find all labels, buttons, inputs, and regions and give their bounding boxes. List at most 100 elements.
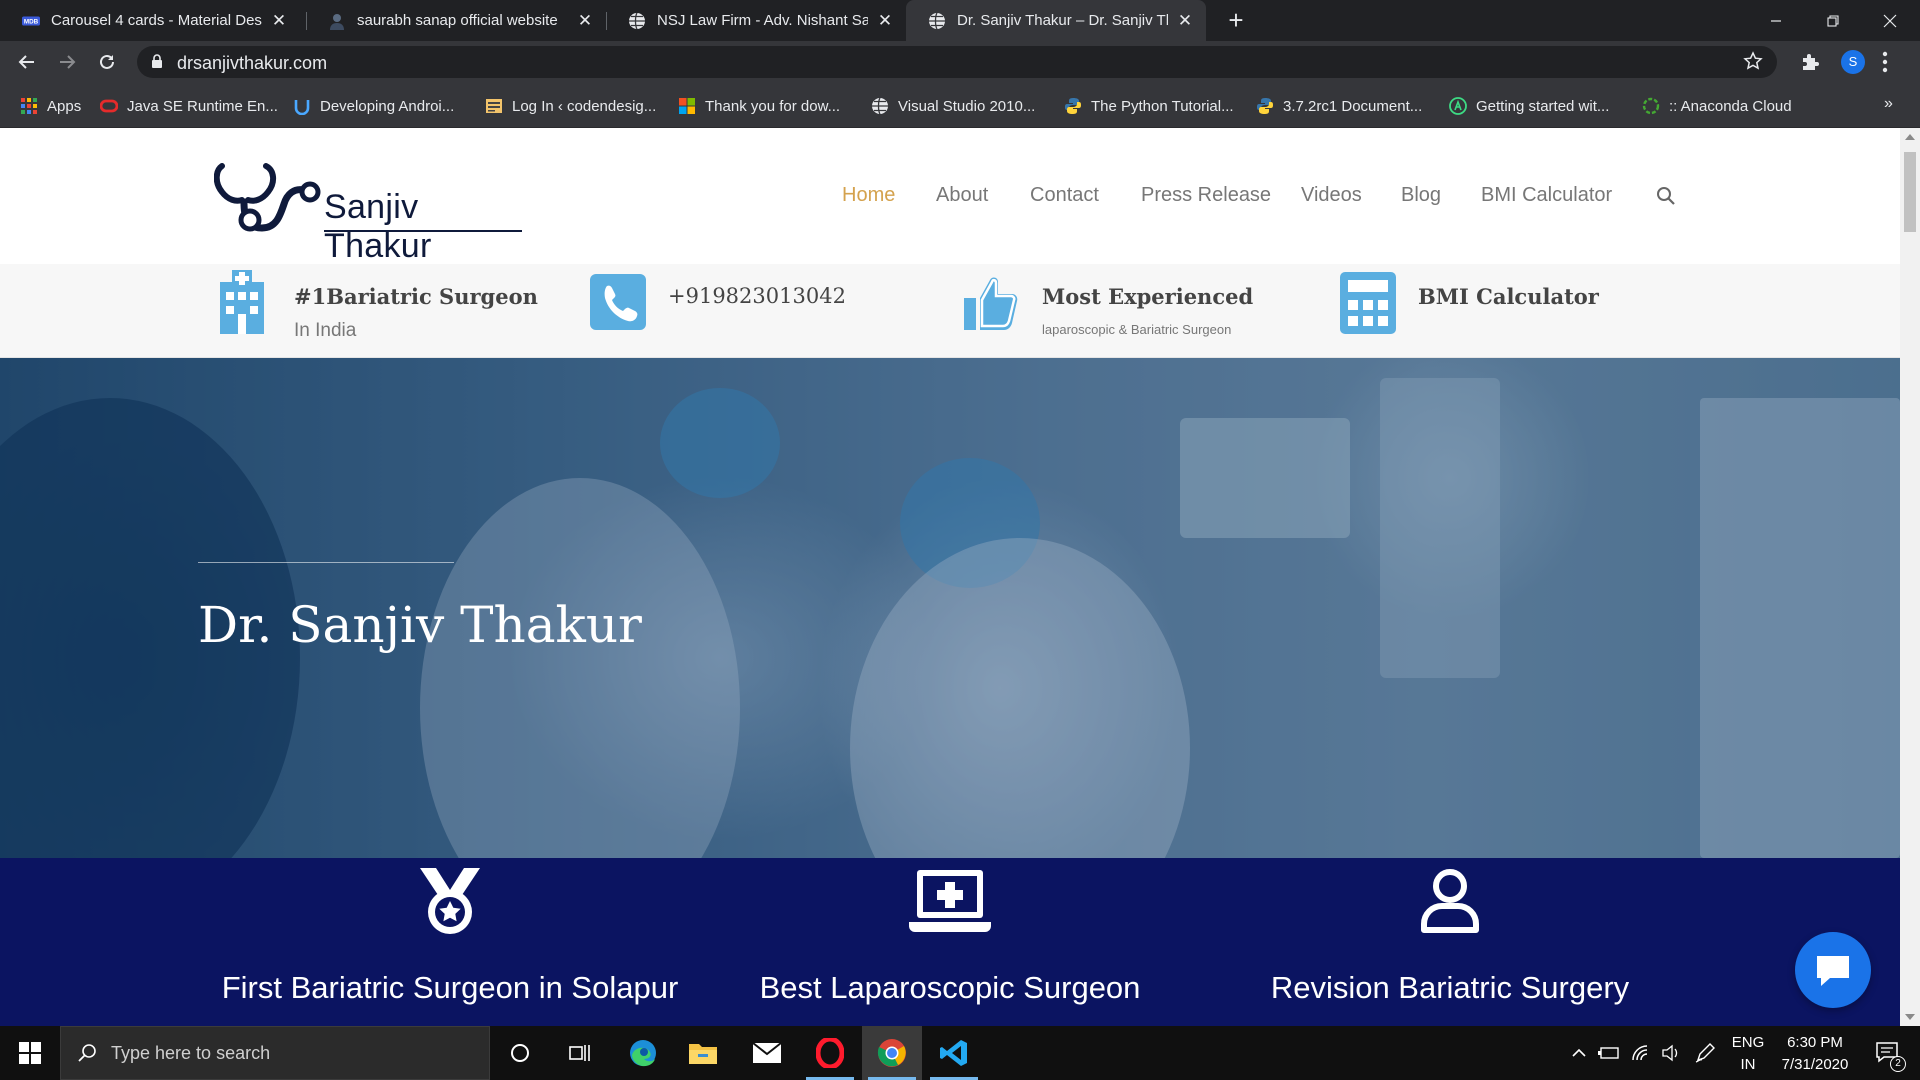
- nav-home[interactable]: Home: [842, 184, 895, 207]
- taskbar-search-box[interactable]: Type here to search: [60, 1026, 490, 1080]
- bookmark-item[interactable]: Visual Studio 2010...: [871, 95, 1035, 117]
- clock-time[interactable]: 6:30 PM: [1772, 1034, 1858, 1051]
- nav-about[interactable]: About: [936, 184, 988, 207]
- bookmark-label: The Python Tutorial...: [1091, 97, 1234, 115]
- browser-tab[interactable]: NSJ Law Firm - Adv. Nishant Sang ✕: [606, 0, 906, 41]
- browser-tab[interactable]: saurabh sanap official website ✕: [306, 0, 606, 41]
- globe-icon: [872, 97, 888, 115]
- start-button[interactable]: [0, 1026, 60, 1080]
- cortana-circle-icon: [511, 1044, 529, 1062]
- bookmark-label: Thank you for dow...: [705, 97, 841, 115]
- scroll-up-arrow[interactable]: [1905, 134, 1915, 140]
- nav-press-release[interactable]: Press Release: [1141, 184, 1271, 207]
- windows-logo-icon: [19, 1042, 41, 1064]
- notification-center-button[interactable]: 2: [1866, 1026, 1910, 1080]
- mail-taskbar-button[interactable]: [737, 1026, 797, 1080]
- new-tab-button[interactable]: +: [1222, 6, 1250, 34]
- info-item-phone[interactable]: +919823013042: [590, 264, 920, 358]
- bookmark-label: Developing Androi...: [320, 97, 455, 115]
- file-explorer-taskbar-button[interactable]: [673, 1026, 733, 1080]
- address-bar[interactable]: drsanjivthakur.com: [137, 46, 1777, 78]
- scrollbar-thumb[interactable]: [1904, 152, 1916, 232]
- info-item-surgeon: #1Bariatric Surgeon In India: [214, 264, 544, 358]
- extensions-puzzle-icon[interactable]: [1800, 52, 1820, 77]
- python-icon: [1257, 98, 1273, 114]
- bookmark-item[interactable]: :: Anaconda Cloud: [1642, 95, 1792, 117]
- chrome-taskbar-button[interactable]: [862, 1026, 922, 1080]
- edge-taskbar-button[interactable]: [613, 1026, 673, 1080]
- nav-contact[interactable]: Contact: [1030, 184, 1099, 207]
- clock-date[interactable]: 7/31/2020: [1772, 1056, 1858, 1073]
- bookmark-item[interactable]: Developing Androi...: [293, 95, 454, 117]
- medal-icon: [420, 868, 480, 934]
- battery-icon[interactable]: [1594, 1026, 1624, 1080]
- reload-button[interactable]: [92, 47, 122, 77]
- info-subtext: In India: [294, 320, 357, 341]
- bookmark-item[interactable]: Getting started wit...: [1449, 95, 1609, 117]
- vscode-icon: [940, 1040, 967, 1066]
- close-icon[interactable]: ✕: [576, 11, 594, 30]
- search-icon[interactable]: [1656, 186, 1676, 211]
- chrome-icon: [877, 1039, 906, 1067]
- bookmarks-overflow-button[interactable]: »: [1884, 95, 1893, 113]
- chat-button[interactable]: [1795, 932, 1871, 1008]
- wifi-icon[interactable]: [1626, 1026, 1656, 1080]
- page-scrollbar[interactable]: [1900, 128, 1920, 1026]
- forward-button[interactable]: [52, 47, 82, 77]
- info-heading: #1Bariatric Surgeon: [294, 284, 538, 309]
- browser-tab[interactable]: MDB Carousel 4 cards - Material Desig ✕: [0, 0, 300, 41]
- close-icon[interactable]: ✕: [1176, 11, 1194, 30]
- cortana-button[interactable]: [490, 1026, 550, 1080]
- feature-item: First Bariatric Surgeon in Solapur: [200, 858, 700, 1026]
- page-icon: [486, 99, 502, 113]
- info-heading: BMI Calculator: [1418, 284, 1599, 309]
- opera-taskbar-button[interactable]: [800, 1026, 860, 1080]
- info-bar: #1Bariatric Surgeon In India +9198230130…: [0, 264, 1900, 358]
- globe-icon: [628, 12, 646, 30]
- task-view-button[interactable]: [550, 1026, 610, 1080]
- logo-text: Sanjiv Thakur: [324, 188, 432, 265]
- tab-title: Dr. Sanjiv Thakur – Dr. Sanjiv Thak: [957, 12, 1168, 29]
- profile-photo-icon: [328, 12, 346, 30]
- browser-tab-strip: MDB Carousel 4 cards - Material Desig ✕ …: [0, 0, 1920, 41]
- profile-avatar[interactable]: S: [1841, 50, 1865, 74]
- nav-bmi-calculator[interactable]: BMI Calculator: [1481, 184, 1612, 207]
- volume-icon[interactable]: [1656, 1026, 1686, 1080]
- region-indicator[interactable]: IN: [1728, 1056, 1768, 1073]
- user-icon: [1421, 869, 1479, 933]
- tab-title: Carousel 4 cards - Material Desig: [51, 12, 262, 29]
- scroll-down-arrow[interactable]: [1905, 1014, 1915, 1020]
- pen-workspace-icon[interactable]: [1690, 1026, 1720, 1080]
- info-item-bmi[interactable]: BMI Calculator: [1340, 264, 1670, 358]
- info-heading: Most Experienced: [1042, 284, 1254, 309]
- browser-tab-active[interactable]: Dr. Sanjiv Thakur – Dr. Sanjiv Thak ✕: [906, 0, 1206, 41]
- bookmarks-bar: Apps Java SE Runtime En... Developing An…: [0, 83, 1920, 128]
- close-window-button[interactable]: [1862, 0, 1918, 41]
- restore-button[interactable]: [1805, 0, 1861, 41]
- nav-blog[interactable]: Blog: [1401, 184, 1441, 207]
- bookmark-star-icon[interactable]: [1743, 51, 1763, 76]
- python-icon: [1065, 98, 1081, 114]
- notification-count-badge: 2: [1890, 1056, 1906, 1072]
- back-button[interactable]: [12, 47, 42, 77]
- minimize-button[interactable]: [1748, 0, 1804, 41]
- close-icon[interactable]: ✕: [270, 11, 288, 30]
- vscode-taskbar-button[interactable]: [924, 1026, 984, 1080]
- feature-item: Best Laparoscopic Surgeon: [700, 858, 1200, 1026]
- language-indicator[interactable]: ENG: [1728, 1034, 1768, 1051]
- bookmark-item[interactable]: The Python Tutorial...: [1064, 95, 1234, 117]
- menu-kebab-icon[interactable]: [1882, 51, 1888, 78]
- webpage: Sanjiv Thakur Home About Contact Press R…: [0, 128, 1900, 1026]
- bookmark-item[interactable]: Log In ‹ codendesig...: [485, 95, 656, 117]
- feature-label: Revision Bariatric Surgery: [1270, 970, 1630, 1005]
- bookmark-item[interactable]: 3.7.2rc1 Document...: [1256, 95, 1422, 117]
- site-logo[interactable]: Sanjiv Thakur: [214, 158, 534, 265]
- info-item-experience: Most Experienced laparoscopic & Bariatri…: [960, 264, 1290, 358]
- bookmark-item[interactable]: Java SE Runtime En...: [100, 95, 278, 117]
- nav-videos[interactable]: Videos: [1301, 184, 1362, 207]
- tray-overflow-chevron-icon[interactable]: [1566, 1026, 1592, 1080]
- close-icon[interactable]: ✕: [876, 11, 894, 30]
- features-band: First Bariatric Surgeon in Solapur Best …: [0, 858, 1900, 1026]
- bookmark-item[interactable]: Thank you for dow...: [678, 95, 840, 117]
- bookmark-apps[interactable]: Apps: [20, 95, 81, 117]
